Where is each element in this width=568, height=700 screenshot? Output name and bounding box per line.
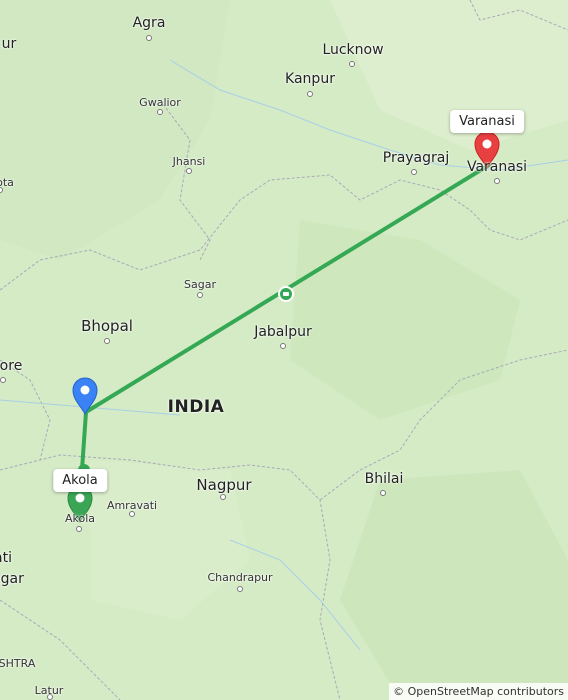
city-label-varanasi: Varanasi	[466, 159, 528, 175]
edge-label-ur: ur	[1, 36, 17, 52]
edge-label-agar: agar	[0, 571, 24, 587]
city-dot-left-ore	[0, 377, 6, 383]
end-marker-callout: Varanasi	[450, 110, 524, 133]
city-dot-gwalior	[157, 109, 163, 115]
city-label-jabalpur: Jabalpur	[254, 324, 312, 340]
city-dot-lucknow	[349, 61, 355, 67]
city-label-akola: Akola	[64, 512, 96, 525]
city-label-kanpur: Kanpur	[285, 71, 335, 87]
edge-label-ota: ota	[0, 176, 14, 189]
city-dot-bhilai	[380, 490, 386, 496]
edge-label-ati: ati	[0, 550, 12, 566]
city-dot-nagpur	[220, 494, 226, 500]
city-label-chandrapur: Chandrapur	[207, 571, 273, 584]
city-label-prayagraj: Prayagraj	[382, 150, 450, 166]
edge-label-shtra: SHTRA	[0, 657, 36, 670]
city-dot-varanasi	[494, 178, 500, 184]
city-dot-sagar	[197, 292, 203, 298]
city-label-amravati: Amravati	[106, 499, 158, 512]
city-dot-bhopal	[104, 338, 110, 344]
city-dot-akola	[76, 526, 82, 532]
city-label-agra: Agra	[132, 15, 166, 31]
city-dot-agra	[146, 35, 152, 41]
city-label-nagpur: Nagpur	[196, 476, 252, 494]
city-dot-kanpur	[307, 91, 313, 97]
city-label-bhopal: Bhopal	[81, 317, 133, 335]
country-label: INDIA	[167, 397, 225, 417]
city-label-lucknow: Lucknow	[322, 42, 384, 58]
city-label-gwalior: Gwalior	[139, 96, 181, 109]
map-canvas[interactable]	[0, 0, 568, 700]
city-dot-prayagraj	[411, 169, 417, 175]
city-dot-jhansi	[186, 168, 192, 174]
city-label-bhilai: Bhilai	[364, 471, 404, 487]
city-dot-chandrapur	[237, 586, 243, 592]
start-marker-callout: Akola	[53, 469, 107, 492]
city-dot-jabalpur	[280, 343, 286, 349]
city-label-latur: Latur	[34, 684, 64, 697]
map-attribution[interactable]: © OpenStreetMap contributors	[389, 683, 568, 700]
city-label-sagar: Sagar	[184, 278, 216, 291]
edge-label-ore: ore	[0, 358, 23, 374]
route-midpoint-icon[interactable]	[278, 286, 294, 302]
city-label-jhansi: Jhansi	[172, 155, 206, 168]
